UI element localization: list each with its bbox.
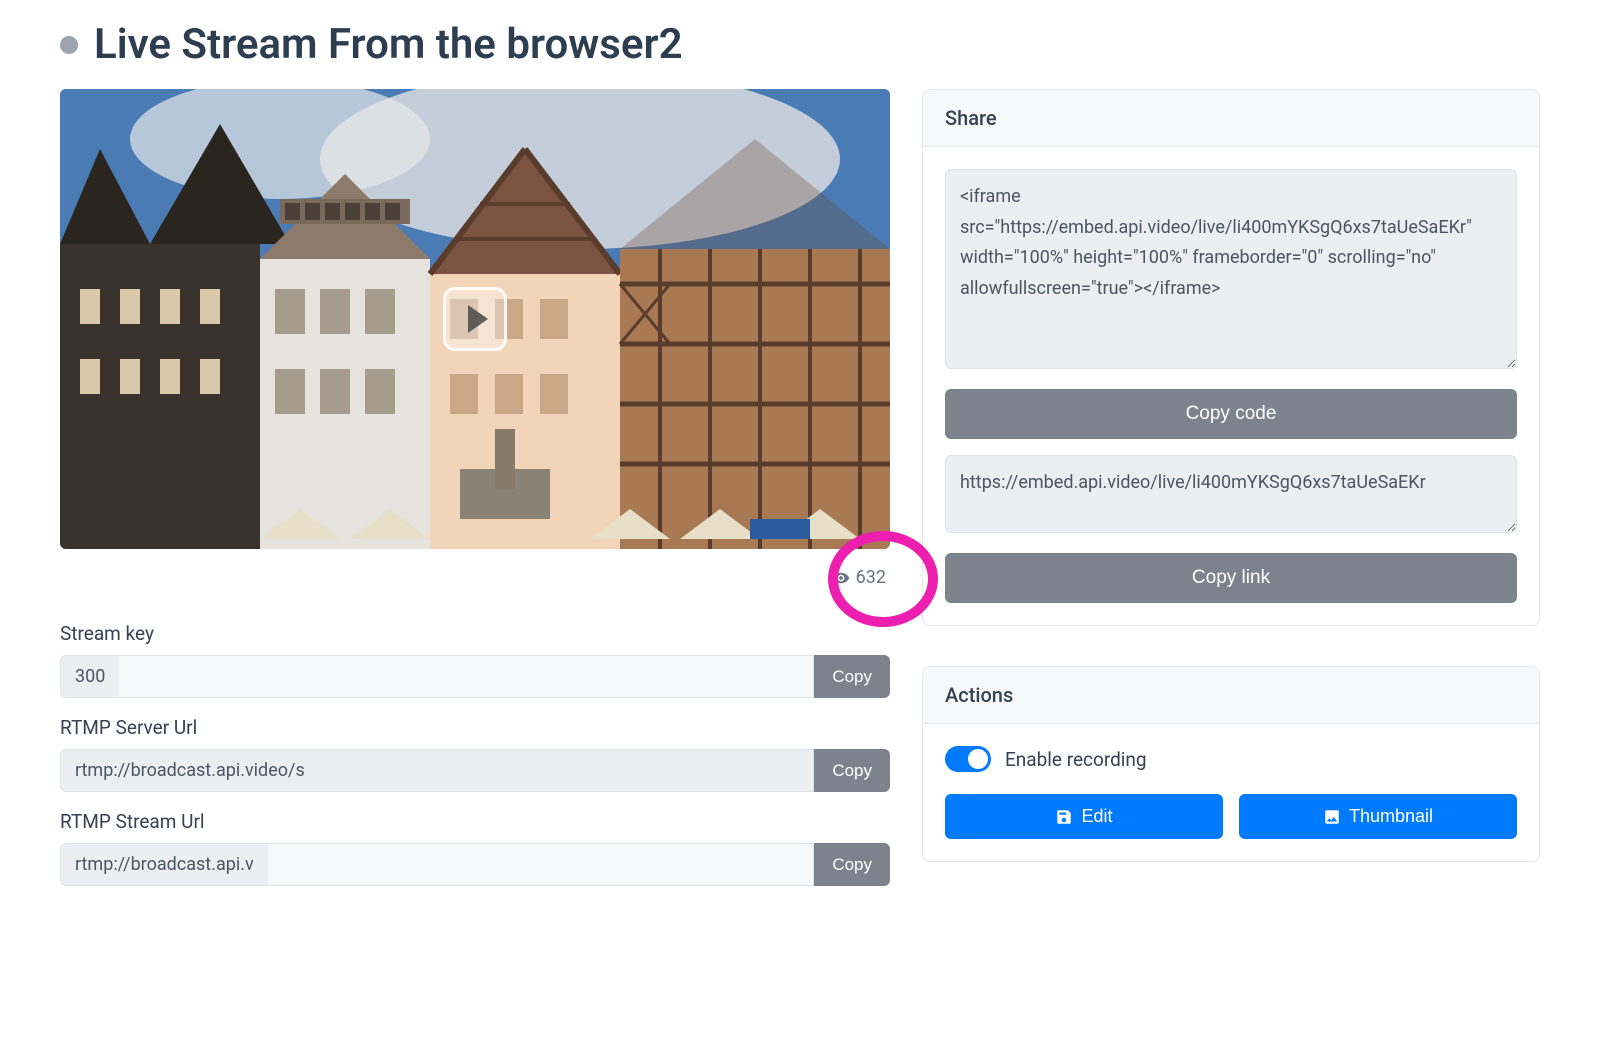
- edit-button-label: Edit: [1081, 806, 1112, 827]
- actions-panel-title: Actions: [923, 667, 1539, 724]
- view-count-value: 632: [856, 567, 886, 588]
- share-panel-title: Share: [923, 90, 1539, 147]
- rtmp-stream-input[interactable]: rtmp://broadcast.api.v: [60, 843, 268, 886]
- video-preview[interactable]: [60, 89, 890, 549]
- image-icon: [1323, 808, 1341, 826]
- view-count: 632: [60, 549, 890, 616]
- copy-rtmp-stream-button[interactable]: Copy: [814, 843, 890, 886]
- copy-rtmp-server-button[interactable]: Copy: [814, 749, 890, 792]
- edit-button[interactable]: Edit: [945, 794, 1223, 839]
- play-button-icon[interactable]: [443, 287, 507, 351]
- rtmp-server-label: RTMP Server Url: [60, 716, 890, 739]
- thumbnail-button-label: Thumbnail: [1349, 806, 1433, 827]
- thumbnail-button[interactable]: Thumbnail: [1239, 794, 1517, 839]
- copy-code-button[interactable]: Copy code: [945, 389, 1517, 439]
- eye-icon: [832, 569, 850, 587]
- stream-key-input[interactable]: 300: [60, 655, 119, 698]
- page-title: Live Stream From the browser2: [94, 20, 683, 69]
- iframe-code-textarea[interactable]: <iframe src="https://embed.api.video/liv…: [945, 169, 1517, 369]
- enable-recording-label: Enable recording: [1005, 748, 1147, 771]
- stream-key-label: Stream key: [60, 622, 890, 645]
- rtmp-stream-label: RTMP Stream Url: [60, 810, 890, 833]
- copy-stream-key-button[interactable]: Copy: [814, 655, 890, 698]
- page-header: Live Stream From the browser2: [60, 20, 1540, 69]
- status-dot-icon: [60, 36, 78, 54]
- save-icon: [1055, 808, 1073, 826]
- copy-link-button[interactable]: Copy link: [945, 553, 1517, 603]
- enable-recording-toggle[interactable]: [945, 746, 991, 772]
- actions-panel: Actions Enable recording Edit: [922, 666, 1540, 862]
- share-panel: Share <iframe src="https://embed.api.vid…: [922, 89, 1540, 626]
- rtmp-server-input[interactable]: [60, 749, 814, 792]
- share-link-textarea[interactable]: https://embed.api.video/live/li400mYKSgQ…: [945, 455, 1517, 533]
